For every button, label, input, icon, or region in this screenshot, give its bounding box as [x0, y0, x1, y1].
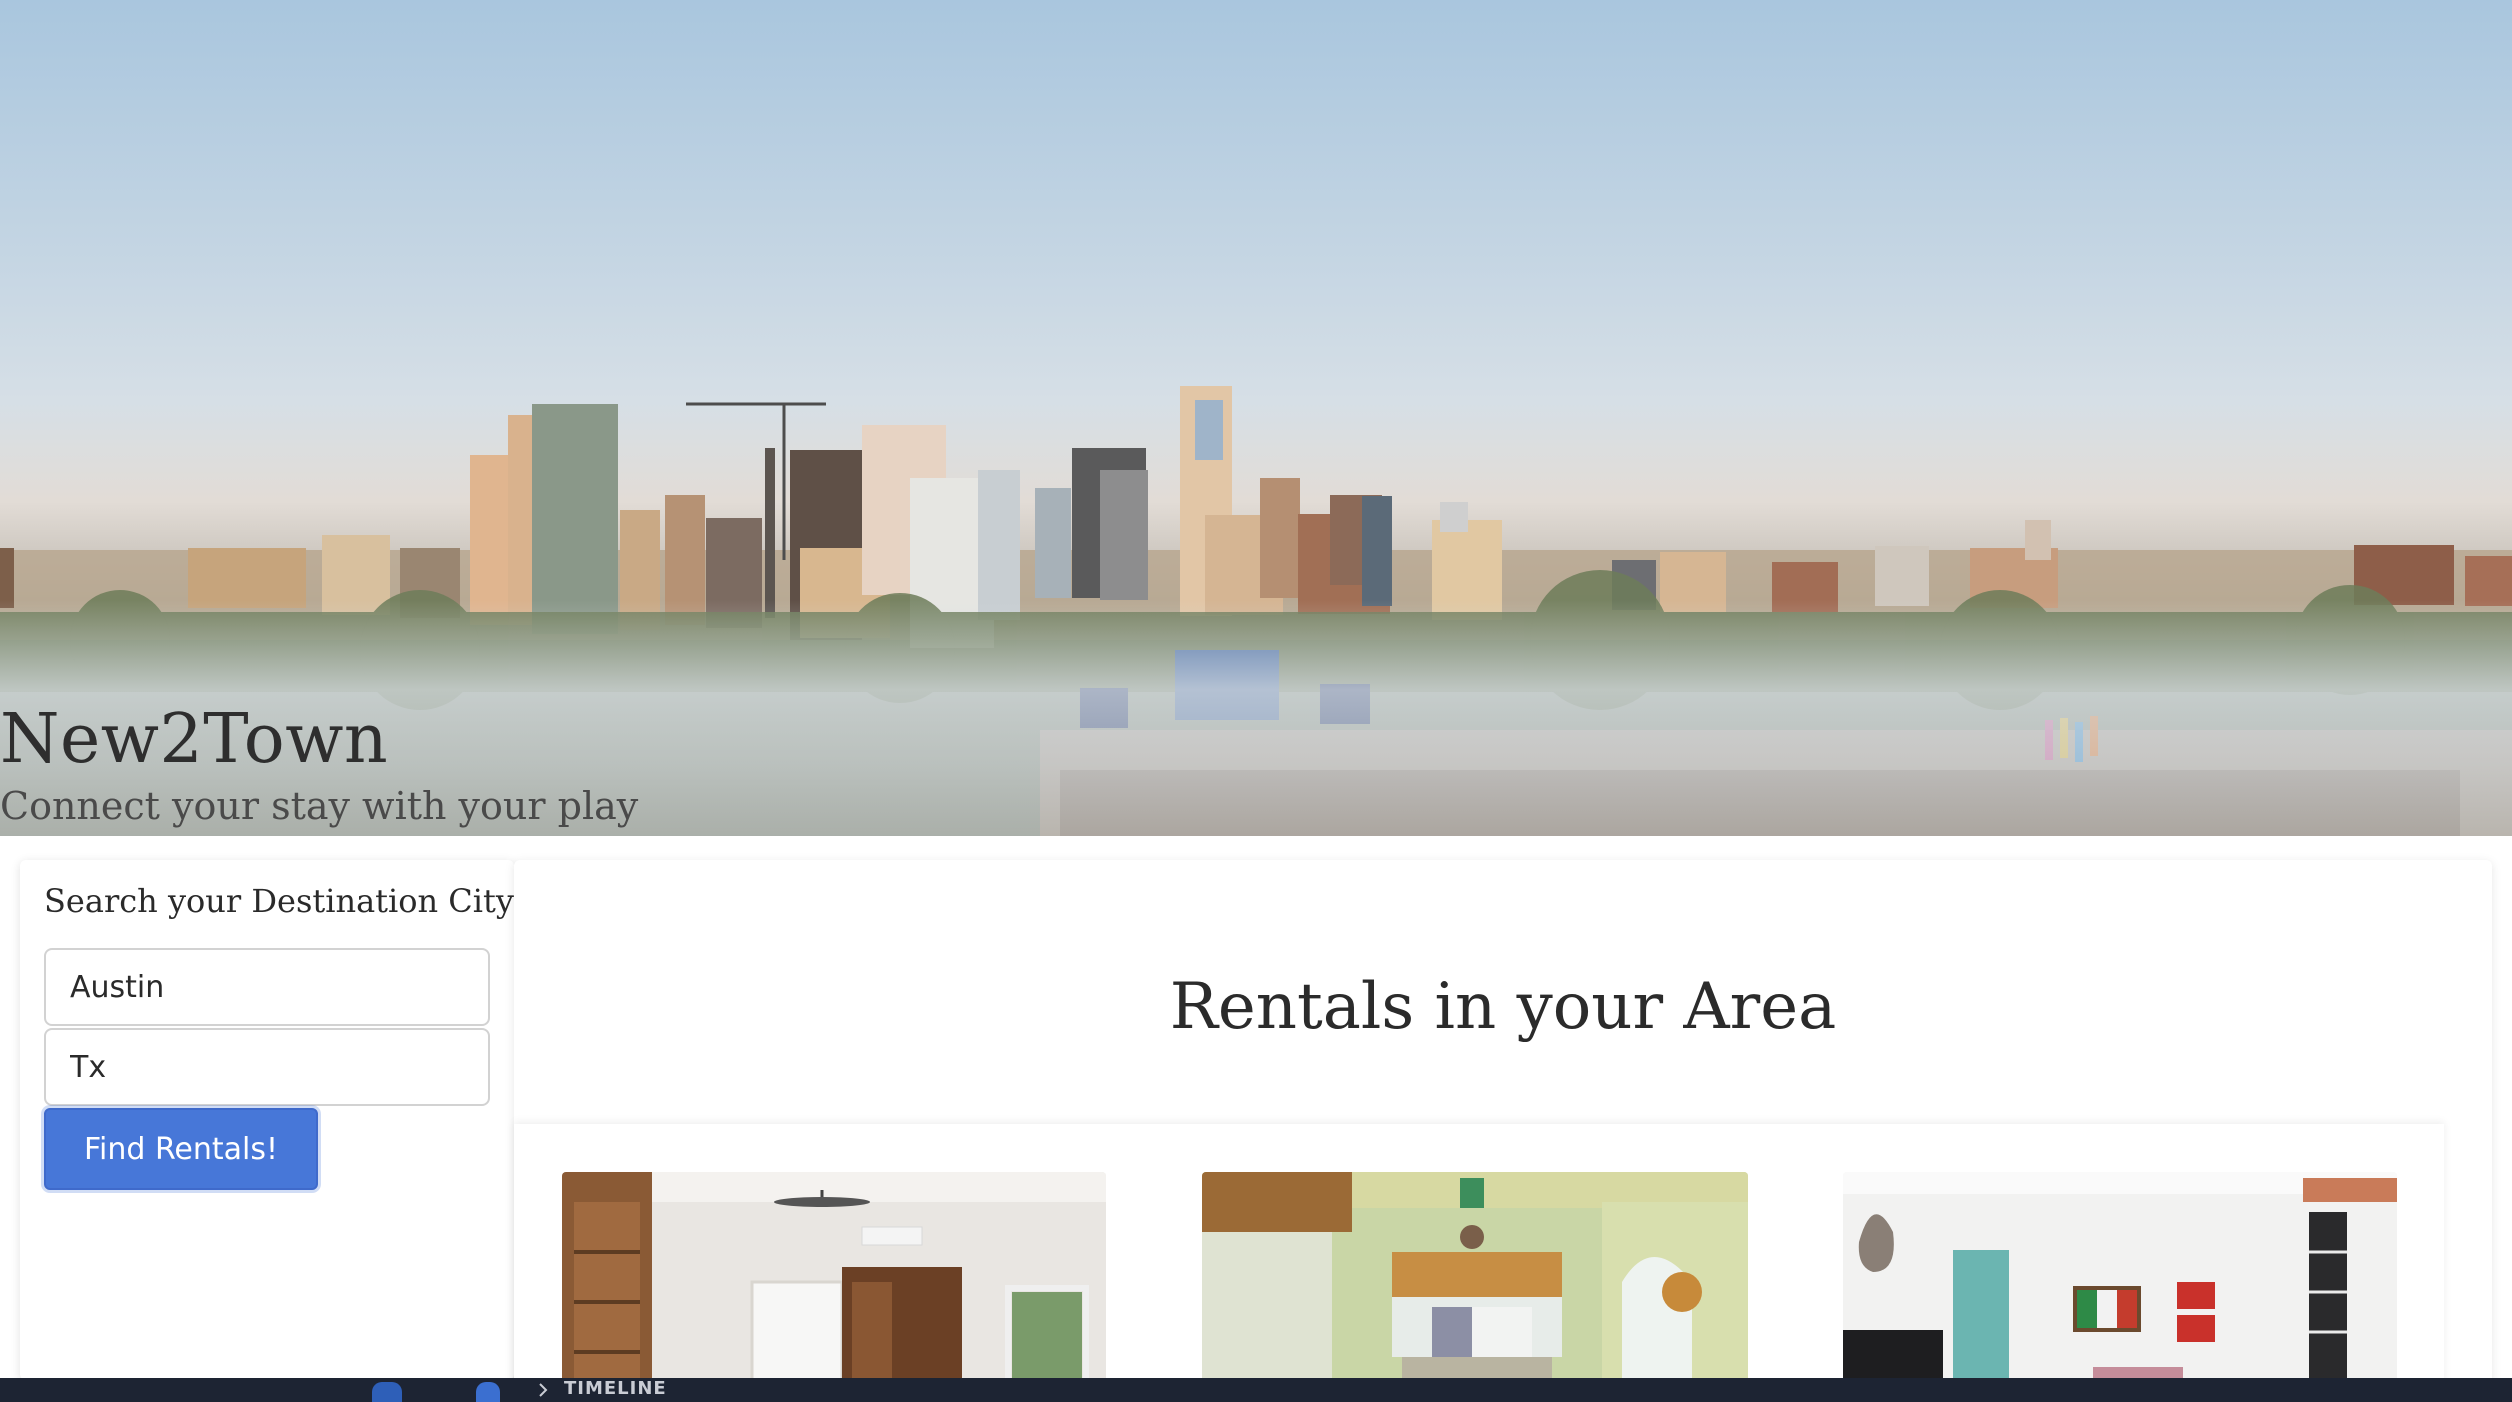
rental-photo-bedroom — [562, 1172, 1106, 1402]
find-rentals-button[interactable]: Find Rentals! — [44, 1108, 318, 1190]
app-icon[interactable] — [372, 1382, 402, 1402]
timeline-label[interactable]: TIMELINE — [564, 1378, 667, 1399]
rentals-panel: Rentals in your Area — [514, 860, 2492, 1402]
brand-tagline: Connect your stay with your play — [0, 784, 639, 828]
taskbar-strip: TIMELINE — [0, 1378, 2512, 1402]
rental-photo-camper-interior — [1202, 1172, 1748, 1402]
rental-card[interactable] — [562, 1172, 1106, 1402]
search-panel: Search your Destination City Find Rental… — [20, 860, 514, 1380]
hero-banner: New2Town Connect your stay with your pla… — [0, 0, 2512, 836]
app-icon[interactable] — [476, 1382, 500, 1402]
search-heading: Search your Destination City — [44, 882, 514, 920]
city-input[interactable] — [44, 948, 490, 1026]
rental-card[interactable] — [1202, 1172, 1748, 1402]
rental-photo-living-room — [1843, 1172, 2397, 1402]
state-input[interactable] — [44, 1028, 490, 1106]
brand-title: New2Town — [0, 700, 389, 779]
rental-cards-row — [514, 1124, 2444, 1402]
rentals-heading: Rentals in your Area — [1169, 970, 1837, 1044]
chevron-right-icon[interactable] — [538, 1380, 550, 1400]
rental-card[interactable] — [1843, 1172, 2397, 1402]
